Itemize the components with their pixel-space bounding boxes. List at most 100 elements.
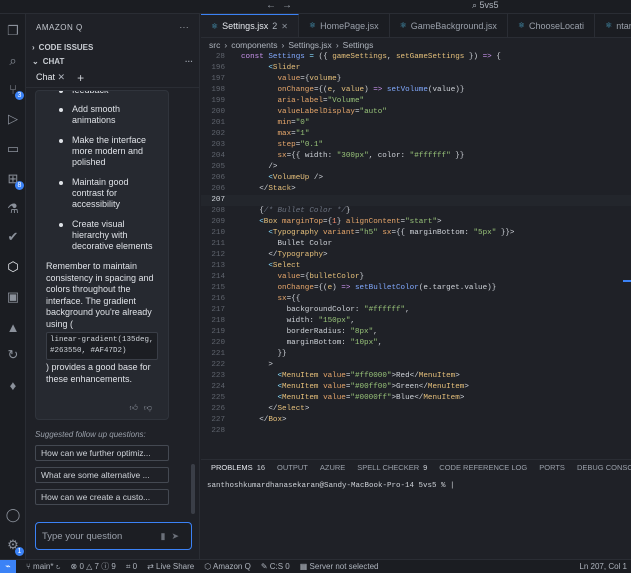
close-icon[interactable]: ✕ [58, 72, 66, 82]
code-line[interactable]: 198 onChange={(e, value) => setVolume(va… [201, 85, 631, 96]
code-line[interactable]: 214 value={bulletColor} [201, 272, 631, 283]
back-arrow-icon[interactable]: ← [266, 0, 282, 11]
code-line[interactable]: 208 {/* Bullet Color */} [201, 206, 631, 217]
suggestion-button[interactable]: What are some alternative ... [35, 467, 169, 483]
code-line[interactable]: 202 max="1" [201, 129, 631, 140]
code-line[interactable]: 216 sx={{ [201, 294, 631, 305]
panel-tab[interactable]: AZURE [320, 463, 345, 472]
panel-tab[interactable]: PORTS [539, 463, 565, 472]
cs-status[interactable]: ✎ C:S 0 [261, 562, 290, 571]
code-line[interactable]: 206 </Stack> [201, 184, 631, 195]
send-icon[interactable]: ➤ [171, 531, 185, 541]
code-line[interactable]: 223 <MenuItem value="#ff0000">Red</MenuI… [201, 371, 631, 382]
panel-tab[interactable]: SPELL CHECKER 9 [357, 463, 427, 472]
code-line[interactable]: 222 > [201, 360, 631, 371]
more-actions-icon[interactable]: ··· [185, 57, 193, 66]
code-line[interactable]: 199 aria-label="Volume" [201, 96, 631, 107]
source-control-icon[interactable]: ⑂ 3 [4, 80, 24, 100]
suggestion-button[interactable]: How can we further optimiz... [35, 445, 169, 461]
code-line[interactable]: 205 /> [201, 162, 631, 173]
code-line[interactable]: 211 Bullet Color [201, 239, 631, 250]
code-line[interactable]: 219 borderRadius: "8px", [201, 327, 631, 338]
line-number: 28 [215, 53, 225, 61]
code-line[interactable]: 197 value={volume} [201, 74, 631, 85]
section-code-issues[interactable]: › CODE ISSUES [26, 40, 199, 54]
section-chat[interactable]: ⌄ CHAT ··· [26, 54, 199, 68]
command-center-search[interactable]: ⌕ 5vs5 [472, 0, 499, 11]
docker-icon[interactable]: ▣ [4, 288, 22, 306]
code-line[interactable]: 218 width: "150px", [201, 316, 631, 327]
code-line[interactable]: 226 </Select> [201, 404, 631, 415]
close-icon[interactable]: ✕ [281, 22, 288, 31]
live-share-status[interactable]: ⇄ Live Share [147, 562, 194, 571]
new-tab-plus-icon[interactable]: + [77, 71, 84, 85]
account-icon[interactable]: ◯ [4, 506, 22, 524]
panel-tab[interactable]: DEBUG CONSOLE [577, 463, 631, 472]
code-line[interactable]: 203 step="0.1" [201, 140, 631, 151]
code-line[interactable]: 196 <Slider [201, 63, 631, 74]
editor-tab[interactable]: ⚛ GameBackground.jsx [390, 14, 508, 37]
code-line[interactable]: 220 marginBottom: "10px", [201, 338, 631, 349]
extensions-icon[interactable]: ⊞ 8 [4, 170, 24, 190]
cursor-position[interactable]: Ln 207, Col 1 [579, 562, 631, 571]
remote-indicator-icon[interactable]: ⌁ [0, 560, 16, 573]
panel-tab[interactable]: PROBLEMS 16 [211, 463, 265, 472]
code-line[interactable]: 228 [201, 426, 631, 437]
branch-status[interactable]: ⑂ main* ↻ [26, 562, 61, 571]
code-line[interactable]: 217 backgroundColor: "#ffffff", [201, 305, 631, 316]
terminal[interactable]: santhoshkumardhanasekaran@Sandy-MacBook-… [201, 474, 631, 498]
ports-status[interactable]: ⌗ 0 [126, 562, 137, 572]
forward-arrow-icon[interactable]: → [282, 0, 298, 11]
search-icon[interactable]: ⌕ [4, 52, 22, 70]
editor-tab[interactable]: ⚛ ChooseLocati [508, 14, 596, 37]
code-line[interactable]: 213 <Select [201, 261, 631, 272]
code-line[interactable]: 210 <Typography variant="h5" sx={{ margi… [201, 228, 631, 239]
editor-tab[interactable]: ⚛ntary.jsx [595, 14, 631, 37]
amazon-q-status[interactable]: ⬡ Amazon Q [204, 562, 251, 571]
breadcrumb-item[interactable]: src [209, 40, 220, 50]
server-status[interactable]: ▦ Server not selected [300, 562, 379, 571]
code-line[interactable]: 221 }} [201, 349, 631, 360]
thumbs-down-icon[interactable]: 👎︎ [144, 403, 158, 412]
breadcrumb-item[interactable]: Settings [343, 40, 374, 50]
editor-tab[interactable]: ⚛ Settings.jsx 2 ✕ [201, 14, 299, 37]
code-line[interactable]: 28 const Settings = ({ gameSettings, setG… [201, 52, 631, 63]
suggestion-button[interactable]: How can we create a custo... [35, 489, 169, 505]
testing-icon[interactable]: ⚗ [4, 200, 22, 218]
breadcrumb-item[interactable]: Settings.jsx [288, 40, 331, 50]
more-actions-icon[interactable]: ··· [180, 23, 190, 32]
chat-scrollbar[interactable] [191, 464, 195, 514]
breadcrumb-item[interactable]: components [231, 40, 277, 50]
mongodb-icon[interactable]: ♦ [4, 376, 22, 394]
line-number: 203 [211, 141, 225, 149]
remote-explorer-icon[interactable]: ▭ [4, 140, 22, 158]
code-line[interactable]: 201 min="0" [201, 118, 631, 129]
nav-arrows[interactable]: ←→ [266, 0, 298, 11]
azure-icon[interactable]: ▲ [4, 318, 22, 336]
code-line[interactable]: 212 </Typography> [201, 250, 631, 261]
check-icon[interactable]: ✔ [4, 228, 22, 246]
amazon-q-icon[interactable]: ⬡ [4, 258, 22, 276]
code-line[interactable]: 206 <VolumeUp /> [201, 173, 631, 184]
explorer-icon[interactable]: ❐ [4, 22, 22, 40]
tab-chat[interactable]: Chat ✕ [36, 69, 65, 86]
stop-icon[interactable]: ▮ [161, 531, 172, 541]
code-line[interactable]: 227 </Box> [201, 415, 631, 426]
panel-tab[interactable]: CODE REFERENCE LOG [439, 463, 527, 472]
thumbs-up-icon[interactable]: 👍︎ [130, 403, 144, 412]
code-line[interactable]: 204 sx={{ width: "300px", color: "#fffff… [201, 151, 631, 162]
settings-gear-icon[interactable]: ⚙ 1 [4, 536, 24, 556]
code-editor[interactable]: 28 const Settings = ({ gameSettings, setG… [201, 52, 631, 459]
code-line[interactable]: 207 [201, 195, 631, 206]
code-line[interactable]: 224 <MenuItem value="#00ff00">Green</Men… [201, 382, 631, 393]
run-debug-icon[interactable]: ▷ [4, 110, 22, 128]
code-line[interactable]: 209 <Box marginTop={1} alignContent="sta… [201, 217, 631, 228]
code-line[interactable]: 200 valueLabelDisplay="auto" [201, 107, 631, 118]
live-share-icon[interactable]: ↻ [4, 346, 22, 364]
chat-input[interactable]: Type your question ▮➤ [35, 522, 192, 550]
panel-tab[interactable]: OUTPUT [277, 463, 308, 472]
code-line[interactable]: 225 <MenuItem value="#0000ff">Blue</Menu… [201, 393, 631, 404]
editor-tab[interactable]: ⚛ HomePage.jsx [299, 14, 390, 37]
problems-status[interactable]: ⊗ 0 △ 7 ⓘ 9 [71, 561, 116, 572]
code-line[interactable]: 215 onChange={(e) => setBulletColor(e.ta… [201, 283, 631, 294]
